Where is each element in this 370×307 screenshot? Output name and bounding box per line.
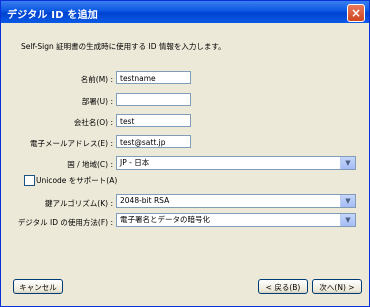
id-usage-select[interactable]: 電子署名とデータの暗号化 ▼ [116,213,356,227]
key-algorithm-selected-value: 2048-bit RSA [120,196,170,205]
instruction-text: Self-Sign 証明書の生成時に使用する ID 情報を入力します。 [21,42,226,51]
name-label: 名前(M) : [80,75,113,84]
region-selected-value: JP - 日本 [120,158,150,167]
chevron-down-icon[interactable]: ▼ [340,214,355,226]
key-algorithm-label: 鍵アルゴリズム(K) : [45,199,113,208]
email-field[interactable]: test@satt.jp [116,135,191,148]
region-label: 国 / 地域(C) : [67,160,113,169]
email-label: 電子メールアドレス(E) : [29,139,113,148]
unicode-label[interactable]: Unicode をサポート(A) [36,175,117,186]
next-button[interactable]: 次へ(N) > [312,279,362,294]
back-button[interactable]: < 戻る(B) [258,279,308,294]
chevron-down-icon[interactable]: ▼ [340,195,355,207]
titlebar[interactable]: デジタル ID を追加 × [1,1,369,23]
cancel-button[interactable]: キャンセル [13,279,63,294]
department-field[interactable] [116,93,191,106]
company-label: 会社名(O) : [73,118,113,127]
close-icon[interactable]: × [347,4,365,22]
department-label: 部署(U) : [81,97,113,106]
add-digital-id-dialog: デジタル ID を追加 × Self-Sign 証明書の生成時に使用する ID … [0,0,370,307]
id-usage-label: デジタル ID の使用方法(F) : [17,218,113,227]
company-field[interactable]: test [116,114,191,127]
chevron-down-icon[interactable]: ▼ [340,157,355,169]
key-algorithm-select[interactable]: 2048-bit RSA ▼ [116,194,356,208]
window-title: デジタル ID を追加 [7,10,98,21]
dialog-content: Self-Sign 証明書の生成時に使用する ID 情報を入力します。 名前(M… [1,23,369,306]
unicode-checkbox[interactable] [24,175,35,186]
name-field[interactable]: testname [116,71,191,84]
region-select[interactable]: JP - 日本 ▼ [116,156,356,170]
id-usage-selected-value: 電子署名とデータの暗号化 [120,215,210,224]
